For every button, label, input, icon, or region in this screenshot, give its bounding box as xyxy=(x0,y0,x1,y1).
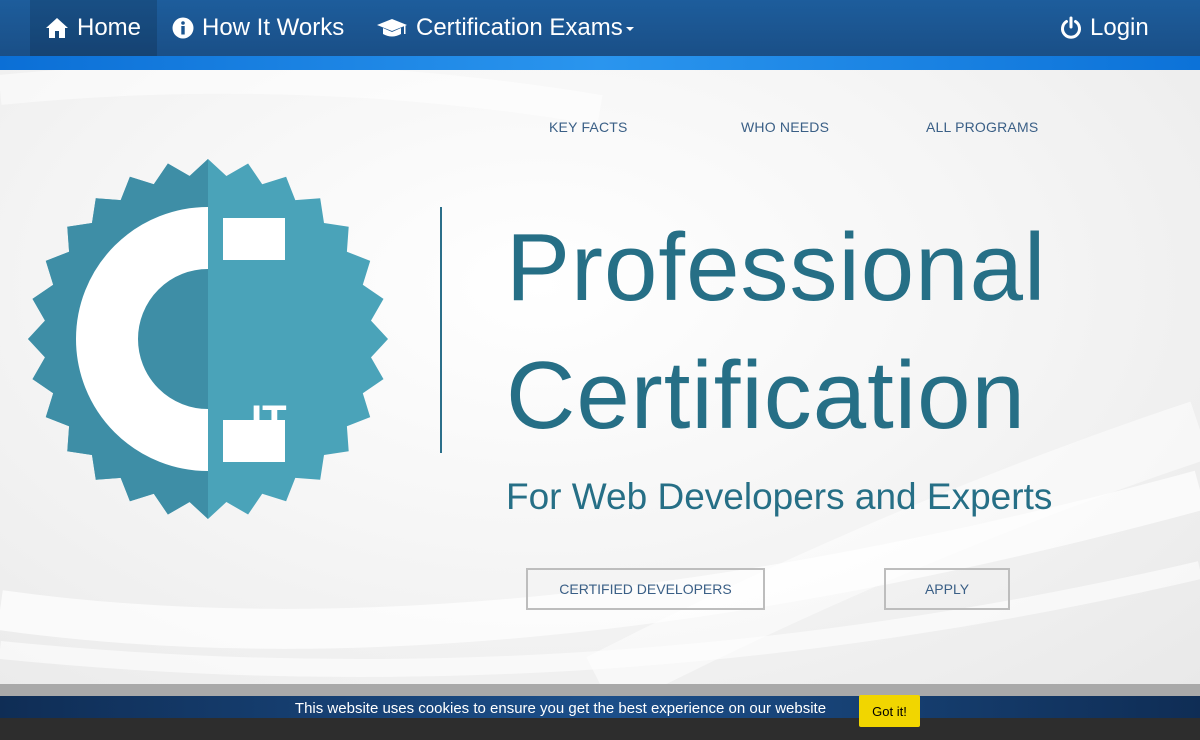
subnav-all-programs[interactable]: ALL PROGRAMS xyxy=(926,119,1038,135)
hero-divider xyxy=(440,207,442,453)
apply-button[interactable]: APPLY xyxy=(884,568,1010,610)
cookie-accept-button[interactable]: Got it! xyxy=(859,695,920,727)
home-icon xyxy=(46,18,68,38)
nav-home-label: Home xyxy=(77,14,142,41)
graduation-cap-icon xyxy=(377,19,407,37)
hero-section: KEY FACTS WHO NEEDS ALL PROGRAMS IT Prof… xyxy=(0,70,1200,684)
info-icon xyxy=(172,17,194,39)
subnav-who-needs[interactable]: WHO NEEDS xyxy=(741,119,829,135)
hero-title-line-2: Certification xyxy=(506,342,1026,449)
top-navbar: Home How It Works Certification Exams Lo… xyxy=(0,0,1200,56)
nav-login-link[interactable]: Login xyxy=(1060,0,1149,56)
hero-title-line-1: Professional xyxy=(506,214,1047,321)
power-icon xyxy=(1061,16,1081,39)
section-separator xyxy=(0,684,1200,696)
certified-developers-button[interactable]: CERTIFIED DEVELOPERS xyxy=(526,568,765,610)
chevron-down-icon xyxy=(625,27,634,31)
footer-strip xyxy=(0,718,1200,740)
hero-tagline: For Web Developers and Experts xyxy=(506,476,1053,517)
nav-certification-exams-dropdown[interactable]: Certification Exams xyxy=(376,0,634,56)
nav-how-it-works-link[interactable]: How It Works xyxy=(172,0,344,56)
nav-login-label: Login xyxy=(1090,14,1149,41)
badge-it-text: IT xyxy=(251,398,287,442)
nav-how-it-works-label: How It Works xyxy=(202,14,345,41)
nav-certification-exams-label: Certification Exams xyxy=(416,14,623,41)
cookie-message-text: This website uses cookies to ensure you … xyxy=(294,700,827,717)
certification-badge-logo: IT xyxy=(28,159,388,519)
cookie-message: This website uses cookies to ensure you … xyxy=(0,700,1121,717)
subnav-key-facts[interactable]: KEY FACTS xyxy=(549,119,628,135)
navbar-accent-stripe xyxy=(0,56,1200,70)
nav-home-link[interactable]: Home xyxy=(30,0,157,56)
